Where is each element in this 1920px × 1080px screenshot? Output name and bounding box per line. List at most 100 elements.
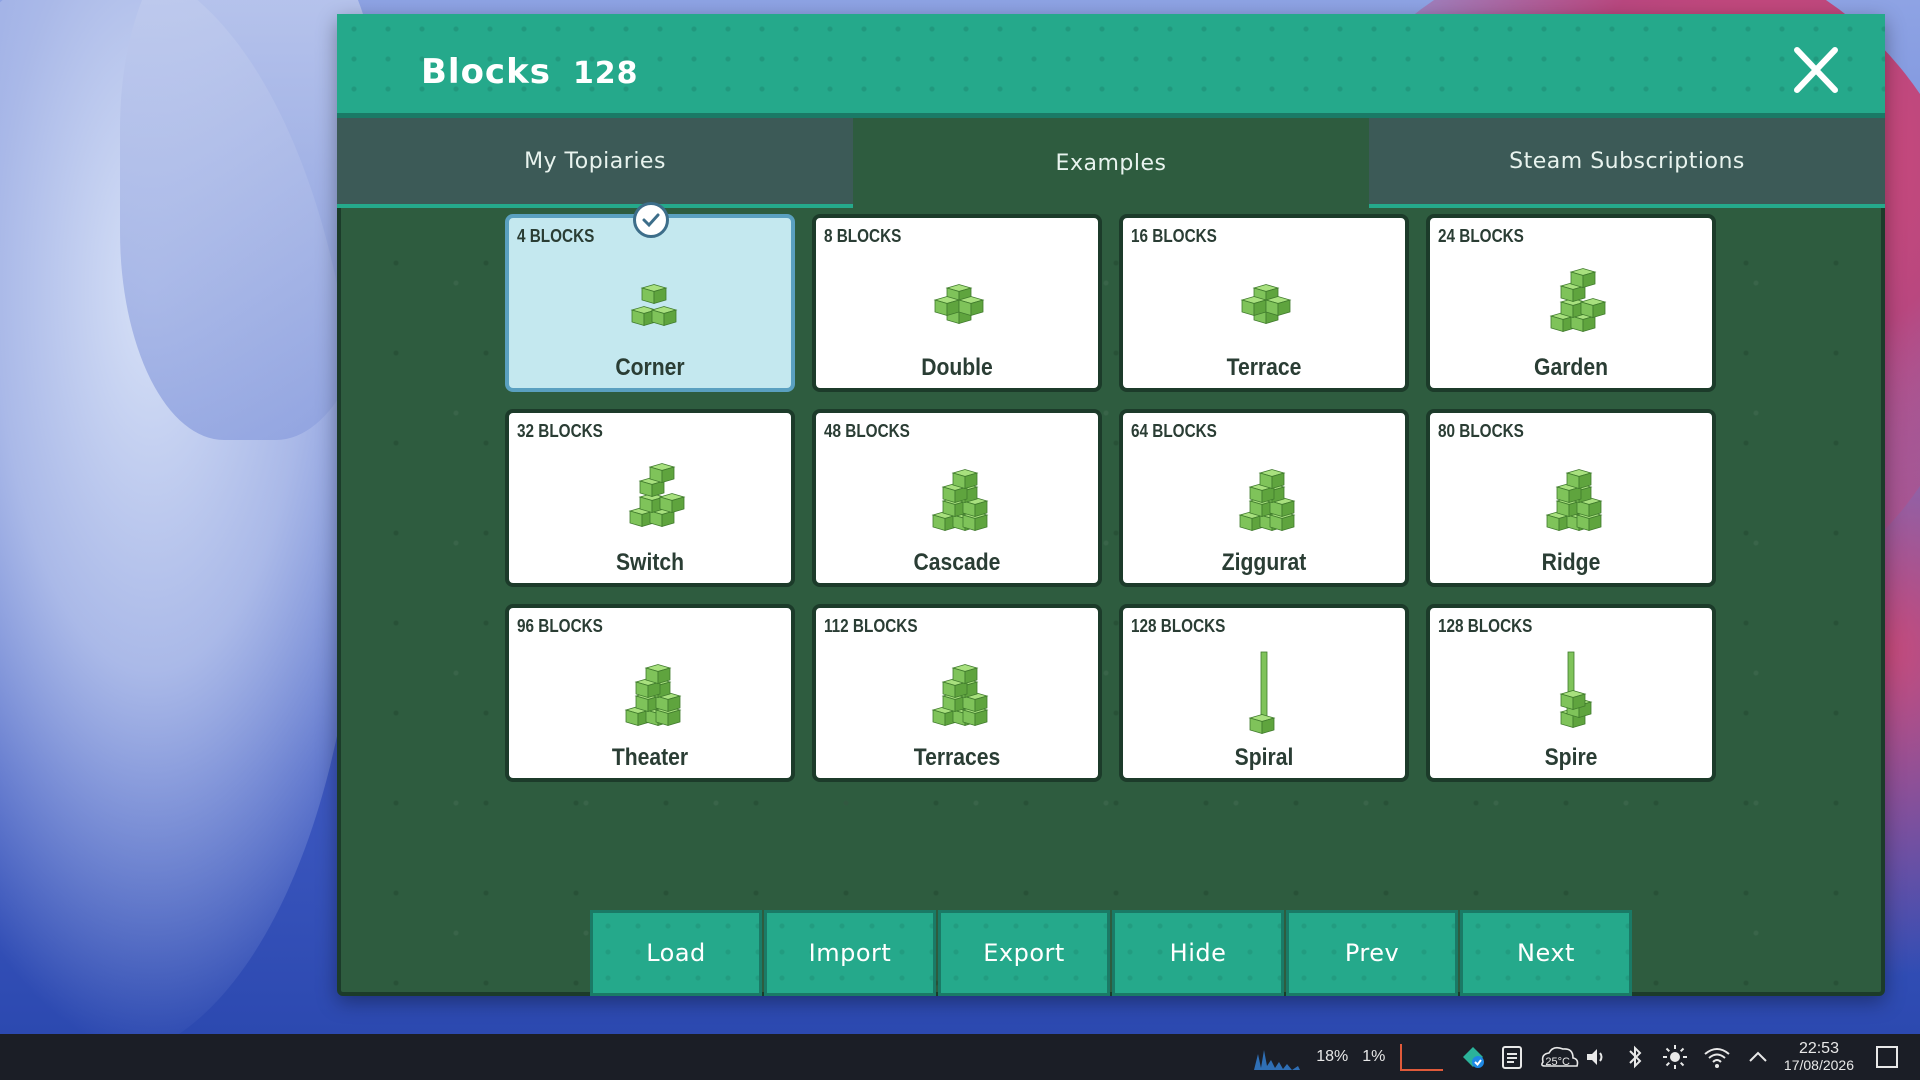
panel-title: Blocks 128 — [421, 52, 639, 92]
panel-header: Blocks 128 — [337, 14, 1885, 118]
example-card-double[interactable]: 8 BLOCKS Double — [812, 214, 1102, 392]
example-card-theater[interactable]: 96 BLOCKS Theater — [505, 604, 795, 782]
load-button[interactable]: Load — [590, 910, 762, 996]
chevron-up-icon — [1749, 1051, 1767, 1062]
card-block-count: 32 BLOCKS — [517, 421, 603, 441]
card-block-count: 128 BLOCKS — [1131, 616, 1226, 636]
topiary-browser-panel: Blocks 128 My Topiaries Examples Steam Su… — [337, 14, 1885, 996]
memory-usage[interactable]: 1% — [1362, 1034, 1385, 1080]
block-count: 128 — [572, 56, 639, 91]
next-button[interactable]: Next — [1460, 910, 1632, 996]
tab-bar: My Topiaries Examples Steam Subscription… — [337, 118, 1885, 208]
tab-examples[interactable]: Examples — [853, 118, 1369, 208]
card-name: Ziggurat — [1221, 549, 1307, 576]
tab-label: Examples — [1055, 150, 1167, 176]
topiary-preview-icon — [933, 284, 985, 325]
card-block-count: 96 BLOCKS — [517, 616, 603, 636]
wifi-tray[interactable] — [1702, 1034, 1732, 1080]
example-card-terrace[interactable]: 16 BLOCKS Terrace — [1119, 214, 1409, 392]
card-block-count: 4 BLOCKS — [517, 226, 595, 246]
card-name: Spire — [1544, 744, 1598, 771]
card-block-count: 48 BLOCKS — [824, 421, 910, 441]
topiary-preview-icon — [1240, 284, 1292, 325]
hide-button[interactable]: Hide — [1112, 910, 1284, 996]
card-name: Cascade — [913, 549, 1001, 576]
temperature-text: 25°C — [1545, 1056, 1570, 1068]
card-block-count: 8 BLOCKS — [824, 226, 902, 246]
topiary-preview-icon — [1559, 651, 1593, 729]
selected-check-icon — [633, 202, 669, 238]
example-card-spire[interactable]: 128 BLOCKS Spire — [1426, 604, 1716, 782]
clipboard-tray[interactable] — [1501, 1034, 1523, 1080]
card-name: Garden — [1534, 354, 1608, 381]
cpu-graph-widget[interactable] — [1252, 1034, 1302, 1080]
tray-expand-button[interactable] — [1746, 1034, 1770, 1080]
cpu-usage[interactable]: 18% — [1316, 1034, 1348, 1080]
show-desktop-button[interactable] — [1874, 1034, 1900, 1080]
example-card-cascade[interactable]: 48 BLOCKS Cascade — [812, 409, 1102, 587]
card-name: Ridge — [1541, 549, 1601, 576]
speaker-icon — [1586, 1049, 1603, 1065]
card-name: Corner — [615, 354, 685, 381]
example-card-corner[interactable]: 4 BLOCKS Corner — [505, 202, 795, 392]
network-graph-icon — [1400, 1044, 1444, 1071]
topiary-preview-icon — [624, 664, 682, 727]
volume-tray[interactable] — [1584, 1034, 1608, 1080]
cpu-usage-text: 18% — [1316, 1048, 1349, 1065]
topiary-preview-icon — [628, 463, 686, 528]
action-button-bar: Load Import Export Hide Prev Next — [590, 910, 1634, 996]
card-block-count: 16 BLOCKS — [1131, 226, 1217, 246]
example-card-ziggurat[interactable]: 64 BLOCKS Ziggurat — [1119, 409, 1409, 587]
card-name: Terraces — [913, 744, 1001, 771]
example-card-spiral[interactable]: 128 BLOCKS Spiral — [1119, 604, 1409, 782]
topiary-preview-icon — [1549, 268, 1607, 333]
tab-label: Steam Subscriptions — [1509, 148, 1745, 174]
close-button[interactable] — [1789, 44, 1841, 96]
clock[interactable]: 22:53 17/08/2026 — [1784, 1034, 1854, 1080]
example-card-garden[interactable]: 24 BLOCKS Garden — [1426, 214, 1716, 392]
bluetooth-icon — [1629, 1045, 1642, 1069]
topiary-preview-icon — [630, 284, 678, 327]
show-desktop-icon — [1876, 1046, 1898, 1068]
import-button[interactable]: Import — [764, 910, 936, 996]
examples-grid: 4 BLOCKS Corner 8 BLOCKS Double 16 BLOCK… — [505, 202, 1721, 782]
card-block-count: 112 BLOCKS — [824, 616, 918, 636]
card-block-count: 128 BLOCKS — [1438, 616, 1533, 636]
clipboard-icon — [1502, 1046, 1523, 1069]
tab-label: My Topiaries — [524, 148, 666, 174]
brightness-tray[interactable] — [1662, 1034, 1688, 1080]
title-text: Blocks — [421, 52, 551, 92]
topiary-preview-icon — [931, 664, 989, 727]
card-block-count: 64 BLOCKS — [1131, 421, 1217, 441]
example-card-terraces[interactable]: 112 BLOCKS Terraces — [812, 604, 1102, 782]
topiary-preview-icon — [1248, 651, 1276, 735]
update-notifier[interactable] — [1459, 1034, 1487, 1080]
export-button[interactable]: Export — [938, 910, 1110, 996]
bluetooth-tray[interactable] — [1622, 1034, 1648, 1080]
card-block-count: 24 BLOCKS — [1438, 226, 1524, 246]
clock-time: 22:53 — [1798, 1040, 1839, 1057]
card-name: Terrace — [1226, 354, 1302, 381]
update-check-icon — [1463, 1047, 1485, 1068]
example-card-switch[interactable]: 32 BLOCKS Switch — [505, 409, 795, 587]
card-name: Double — [921, 354, 993, 381]
topiary-preview-icon — [1238, 469, 1296, 532]
card-block-count: 80 BLOCKS — [1438, 421, 1524, 441]
clock-date: 17/08/2026 — [1783, 1057, 1854, 1073]
system-tray: 18% 1% 25°C 22:53 17/08/2026 — [1252, 1034, 1920, 1080]
card-name: Spiral — [1234, 744, 1294, 771]
tab-steam-subscriptions[interactable]: Steam Subscriptions — [1369, 118, 1885, 208]
card-name: Switch — [615, 549, 685, 576]
example-card-ridge[interactable]: 80 BLOCKS Ridge — [1426, 409, 1716, 587]
brightness-icon — [1662, 1045, 1687, 1069]
memory-usage-text: 1% — [1362, 1048, 1386, 1065]
topiary-preview-icon — [1545, 469, 1603, 532]
cpu-graph-icon — [1254, 1050, 1301, 1070]
weather-widget[interactable]: 25°C — [1537, 1034, 1579, 1080]
topiary-preview-icon — [931, 469, 989, 532]
wifi-icon — [1704, 1048, 1730, 1068]
card-name: Theater — [611, 744, 689, 771]
network-graph-widget[interactable] — [1399, 1034, 1445, 1080]
prev-button[interactable]: Prev — [1286, 910, 1458, 996]
tab-my-topiaries[interactable]: My Topiaries — [337, 118, 853, 208]
